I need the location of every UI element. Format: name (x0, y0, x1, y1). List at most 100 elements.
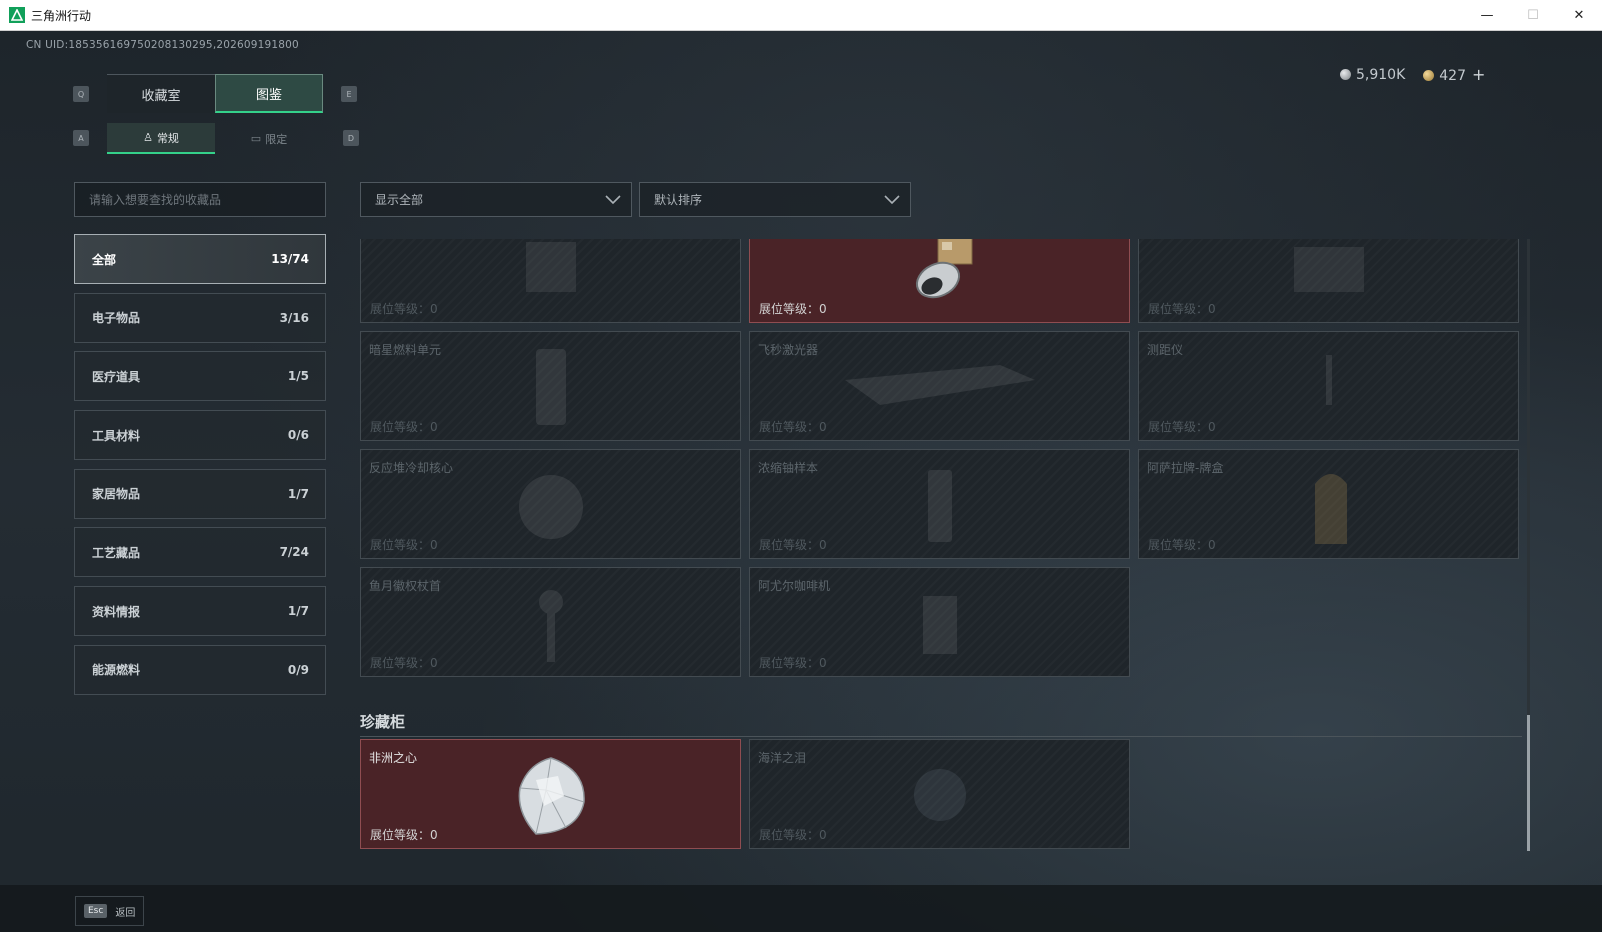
uranium-sample-icon (928, 470, 952, 542)
maximize-button[interactable]: ☐ (1510, 0, 1556, 31)
key-a-hint: A (73, 130, 89, 146)
reactor-core-icon (519, 475, 583, 539)
item-card[interactable]: 展位等级：0 (1138, 239, 1519, 323)
item-name: 阿萨拉牌-牌盒 (1147, 461, 1224, 475)
item-level: 展位等级：0 (370, 538, 438, 552)
item-level: 展位等级：0 (1148, 538, 1216, 552)
close-button[interactable]: ✕ (1556, 0, 1602, 31)
bottom-bar (0, 885, 1602, 932)
subtab-limited[interactable]: ▭ 限定 (215, 123, 323, 154)
item-level: 展位等级：0 (759, 538, 827, 552)
sort-dropdown[interactable]: 默认排序 (639, 182, 911, 217)
gold-amount: 427 (1439, 68, 1466, 84)
item-card[interactable]: 反应堆冷却核心 展位等级：0 (360, 449, 741, 559)
item-name: 测距仪 (1147, 343, 1184, 357)
lens-icon (915, 239, 973, 299)
app-logo-icon (9, 7, 25, 23)
category-count: 1/5 (287, 369, 309, 384)
scrollbar-thumb[interactable] (1527, 715, 1530, 851)
item-name: 飞秒激光器 (758, 343, 819, 357)
gold-currency: 427 + (1423, 65, 1485, 84)
esc-key-icon: Esc (84, 904, 108, 918)
back-button[interactable]: Esc 返回 (75, 896, 144, 926)
category-label: 能源燃料 (92, 663, 141, 678)
gold-coin-icon (1423, 70, 1435, 81)
window-title: 三角洲行动 (31, 8, 92, 23)
silver-currency: 5,910K (1340, 67, 1405, 83)
category-label: 工艺藏品 (92, 545, 141, 560)
category-crafts[interactable]: 工艺藏品 7/24 (74, 527, 326, 578)
rangefinder-icon (1326, 355, 1332, 405)
tab-catalog[interactable]: 图鉴 (215, 74, 323, 113)
category-label: 电子物品 (92, 311, 141, 326)
figure-icon: ♙ (143, 131, 153, 144)
item-level: 展位等级：0 (370, 420, 438, 434)
chevron-down-icon (884, 194, 900, 204)
item-level: 展位等级：0 (1148, 420, 1216, 434)
item-card[interactable]: 鱼月徽权杖首 展位等级：0 (360, 567, 741, 677)
item-level: 展位等级：0 (759, 302, 827, 316)
item-card[interactable]: 阿萨拉牌-牌盒 展位等级：0 (1138, 449, 1519, 559)
minimize-button[interactable]: — (1464, 0, 1510, 31)
category-label: 医疗道具 (92, 369, 141, 384)
key-d-hint: D (343, 130, 359, 146)
machine-icon (1294, 247, 1364, 292)
item-level: 展位等级：0 (370, 302, 438, 316)
scepter-icon (539, 590, 563, 662)
category-count: 0/6 (287, 428, 309, 443)
collection-grid: 展位等级：0 展位等级：0 展位等级：0 暗星燃料单元 展位等级：0 飞秒激光器… (360, 239, 1525, 709)
item-card[interactable]: 飞秒激光器 展位等级：0 (749, 331, 1130, 441)
category-household[interactable]: 家居物品 1/7 (74, 468, 326, 519)
category-electronics[interactable]: 电子物品 3/16 (74, 292, 326, 343)
item-card[interactable]: 测距仪 展位等级：0 (1138, 331, 1519, 441)
device-icon (526, 242, 576, 292)
item-name: 浓缩铀样本 (758, 461, 819, 475)
fuel-cell-icon (536, 349, 566, 425)
card-box-icon (1315, 474, 1347, 544)
sub-tabs: ♙ 常规 ▭ 限定 (107, 123, 323, 154)
laser-icon (845, 365, 1035, 405)
treasure-section-title: 珍藏柜 (360, 713, 406, 731)
chevron-down-icon (605, 194, 621, 204)
item-card[interactable]: 阿尤尔咖啡机 展位等级：0 (749, 567, 1130, 677)
category-list: 全部 13/74 电子物品 3/16 医疗道具 1/5 工具材料 0/6 家居物品 1/7… (74, 234, 326, 704)
item-card[interactable]: 暗星燃料单元 展位等级：0 (360, 331, 741, 441)
item-level: 展位等级：0 (1148, 302, 1216, 316)
item-card[interactable]: 展位等级：0 (749, 239, 1130, 323)
display-filter-value: 显示全部 (375, 193, 424, 207)
silver-amount: 5,910K (1356, 66, 1406, 83)
subtab-regular-label: 常规 (156, 131, 179, 145)
category-intel[interactable]: 资料情报 1/7 (74, 586, 326, 637)
main-tabs: 收藏室 图鉴 (107, 74, 323, 113)
tab-collection-room[interactable]: 收藏室 (107, 74, 215, 113)
category-medical[interactable]: 医疗道具 1/5 (74, 351, 326, 402)
sort-value: 默认排序 (654, 193, 703, 207)
category-count: 0/9 (287, 662, 309, 677)
category-label: 家居物品 (92, 487, 141, 502)
search-input[interactable]: 请输入想要查找的收藏品 (74, 182, 326, 217)
category-energy[interactable]: 能源燃料 0/9 (74, 644, 326, 695)
item-name: 鱼月徽权杖首 (369, 579, 442, 593)
item-card[interactable]: 展位等级：0 (360, 239, 741, 323)
display-filter-dropdown[interactable]: 显示全部 (360, 182, 632, 217)
subtab-regular[interactable]: ♙ 常规 (107, 123, 215, 154)
game-area: CN UID:1853561697502081302​95,2026091918… (0, 31, 1602, 932)
category-all[interactable]: 全部 13/74 (74, 234, 326, 284)
add-currency-button[interactable]: + (1472, 65, 1485, 84)
diamond-icon (518, 757, 585, 835)
category-label: 资料情报 (92, 604, 141, 619)
category-count: 3/16 (279, 310, 309, 325)
key-q-hint: Q (73, 86, 89, 102)
currency-bar: 5,910K 427 + (1340, 65, 1485, 84)
item-name: 反应堆冷却核心 (369, 461, 454, 475)
category-tools[interactable]: 工具材料 0/6 (74, 410, 326, 461)
category-count: 13/74 (271, 252, 309, 266)
item-level: 展位等级：0 (759, 420, 827, 434)
category-label: 工具材料 (92, 428, 141, 443)
item-level: 展位等级：0 (759, 828, 827, 842)
uid-label: CN UID:1853561697502081302​95,2026091918… (26, 39, 299, 51)
category-count: 7/24 (279, 545, 309, 560)
item-card[interactable]: 浓缩铀样本 展位等级：0 (749, 449, 1130, 559)
treasure-card[interactable]: 非洲之心 展位等级：0 (360, 739, 741, 849)
treasure-card[interactable]: 海洋之泪 展位等级：0 (749, 739, 1130, 849)
